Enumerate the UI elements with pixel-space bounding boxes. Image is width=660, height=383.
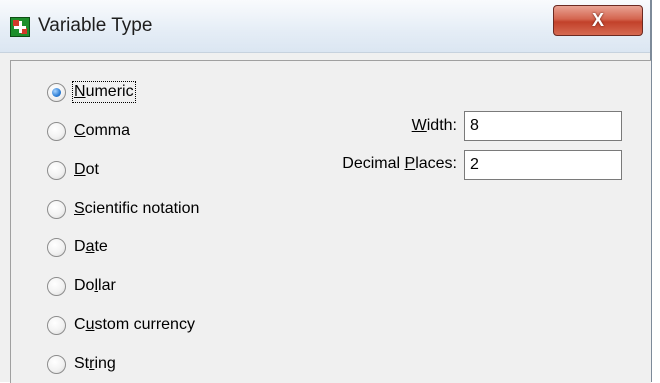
radio-label: Numeric: [72, 81, 136, 103]
close-icon: X: [591, 10, 604, 30]
width-input[interactable]: [464, 111, 622, 141]
width-label: Width:: [411, 117, 457, 134]
radio-label: Comma: [74, 122, 131, 139]
close-button[interactable]: X: [553, 5, 643, 36]
radio-button[interactable]: [47, 121, 66, 141]
radio-numeric[interactable]: Numeric: [47, 79, 136, 105]
radio-date[interactable]: Date: [47, 234, 108, 260]
variable-type-dialog: Variable Type X Numeric Comma Dot Scient…: [0, 0, 652, 383]
radio-label: Custom currency: [74, 316, 195, 333]
spss-data-editor-icon: [10, 17, 30, 37]
radio-button[interactable]: [47, 315, 66, 335]
radio-custom-currency[interactable]: Custom currency: [47, 312, 195, 338]
title-bar: Variable Type X: [0, 0, 650, 53]
radio-dollar[interactable]: Dollar: [47, 273, 116, 299]
radio-button-checked[interactable]: [47, 82, 66, 102]
radio-comma[interactable]: Comma: [47, 118, 130, 144]
radio-button[interactable]: [47, 354, 66, 374]
radio-button[interactable]: [47, 276, 66, 296]
decimal-places-input[interactable]: [464, 150, 622, 180]
radio-label: Scientific notation: [74, 200, 200, 217]
radio-label: String: [74, 355, 116, 372]
radio-string[interactable]: String: [47, 351, 116, 377]
radio-button[interactable]: [47, 237, 66, 257]
decimal-places-label: Decimal Places:: [342, 155, 457, 172]
radio-scientific-notation[interactable]: Scientific notation: [47, 196, 199, 222]
radio-button[interactable]: [47, 199, 66, 219]
radio-label: Dot: [74, 161, 99, 178]
radio-button[interactable]: [47, 160, 66, 180]
radio-label: Date: [74, 238, 108, 255]
radio-label: Dollar: [74, 277, 116, 294]
radio-dot[interactable]: Dot: [47, 157, 99, 183]
dialog-title: Variable Type: [38, 15, 153, 36]
dialog-content: Numeric Comma Dot Scientific notation Da…: [10, 60, 651, 383]
